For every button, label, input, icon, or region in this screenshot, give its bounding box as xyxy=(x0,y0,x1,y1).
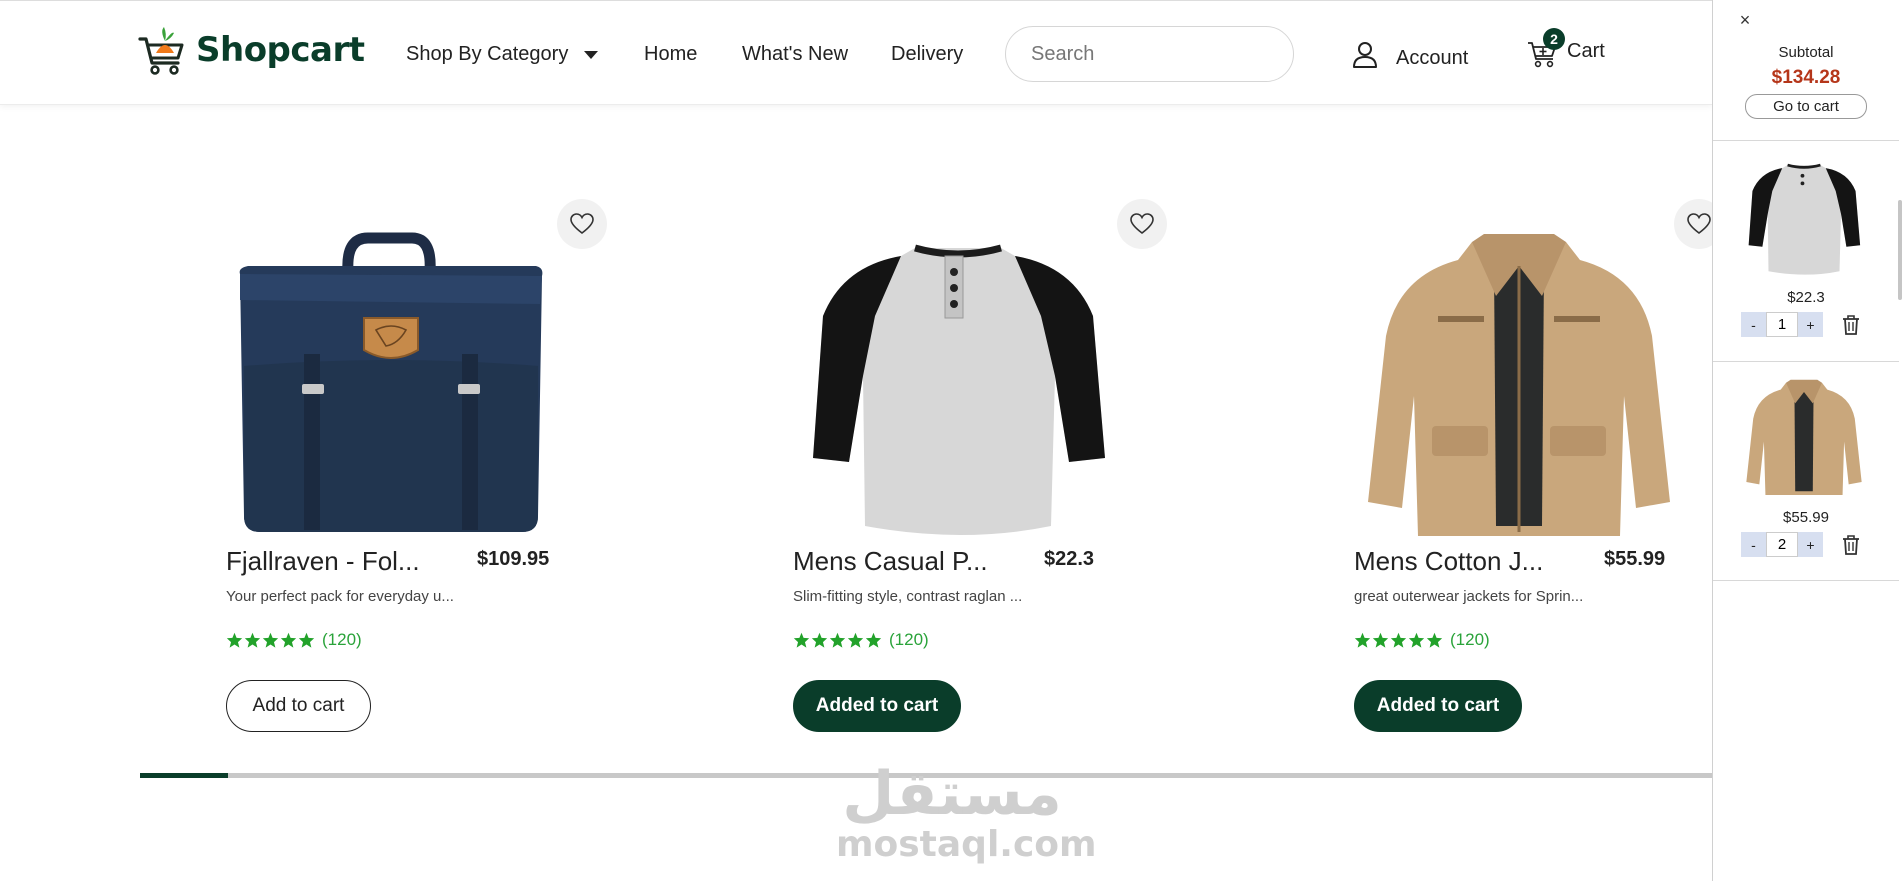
star-icon xyxy=(280,632,297,648)
product-name[interactable]: Mens Casual P... xyxy=(793,546,988,577)
jacket-thumbnail xyxy=(1746,379,1862,496)
subtotal-label: Subtotal xyxy=(1778,44,1834,61)
quantity-stepper: - + xyxy=(1741,532,1823,557)
added-to-cart-button[interactable]: Added to cart xyxy=(1354,680,1522,732)
side-cart-item: $55.99 - + xyxy=(1713,362,1899,582)
add-to-cart-button[interactable]: Add to cart xyxy=(226,680,371,732)
watermark-latin: mostaql.com xyxy=(836,824,1097,865)
logo-text: Shopcart xyxy=(196,30,365,70)
account-link[interactable]: Account xyxy=(1352,39,1468,70)
go-to-cart-button[interactable]: Go to cart xyxy=(1745,94,1867,119)
added-to-cart-button[interactable]: Added to cart xyxy=(793,680,961,732)
heart-icon xyxy=(1687,213,1711,235)
increase-button[interactable]: + xyxy=(1798,312,1823,337)
side-cart-scrollbar[interactable] xyxy=(1898,200,1902,300)
star-icon xyxy=(1408,632,1425,648)
product-description: great outerwear jackets for Sprin... xyxy=(1354,588,1584,605)
product-name[interactable]: Mens Cotton J... xyxy=(1354,546,1543,577)
star-rating-icon xyxy=(226,632,316,648)
cart-logo-icon xyxy=(138,27,184,75)
nav-shop-by-category[interactable]: Shop By Category xyxy=(406,43,599,66)
product-card: Fjallraven - Fol... $109.95 Your perfect… xyxy=(226,196,607,736)
heart-icon xyxy=(1130,213,1154,235)
star-icon xyxy=(1354,632,1371,648)
product-price: $109.95 xyxy=(477,548,550,570)
star-icon xyxy=(829,632,846,648)
star-rating-icon xyxy=(793,632,883,648)
watermark: مستقل mostaql.com xyxy=(836,759,1097,865)
side-cart-item: $22.3 - + xyxy=(1713,142,1899,362)
star-icon xyxy=(1372,632,1389,648)
rating-count: (120) xyxy=(889,630,929,649)
carousel-scroll-thumb[interactable] xyxy=(140,773,229,778)
logo[interactable]: Shopcart xyxy=(138,25,365,75)
product-rating: (120) xyxy=(1354,630,1490,650)
item-price: $22.3 xyxy=(1787,289,1825,306)
rating-count: (120) xyxy=(322,630,362,649)
product-name[interactable]: Fjallraven - Fol... xyxy=(226,546,420,577)
cart-icon-wrap: 2 xyxy=(1527,28,1565,68)
jacket-image xyxy=(1368,234,1670,536)
search-box xyxy=(1005,26,1296,82)
decrease-button[interactable]: - xyxy=(1741,312,1766,337)
star-icon xyxy=(847,632,864,648)
increase-button[interactable]: + xyxy=(1798,532,1823,557)
cart-link[interactable]: 2 Cart xyxy=(1527,28,1605,68)
product-price: $22.3 xyxy=(1044,548,1095,570)
star-icon xyxy=(262,632,279,648)
trash-icon[interactable] xyxy=(1841,534,1861,556)
decrease-button[interactable]: - xyxy=(1741,532,1766,557)
star-rating-icon xyxy=(1354,632,1444,648)
product-description: Your perfect pack for everyday u... xyxy=(226,588,454,605)
site-header: Shopcart Shop By Category Home What's Ne… xyxy=(0,0,1712,105)
star-icon xyxy=(1426,632,1443,648)
close-icon[interactable]: × xyxy=(1735,10,1755,30)
cart-label: Cart xyxy=(1567,39,1605,62)
rating-count: (120) xyxy=(1450,630,1490,649)
user-icon xyxy=(1353,41,1377,68)
watermark-arabic: مستقل xyxy=(842,759,1062,829)
caret-down-icon xyxy=(584,50,599,59)
product-card: Mens Casual P... $22.3 Slim-fitting styl… xyxy=(793,196,1173,736)
henley-shirt-thumbnail xyxy=(1748,163,1861,275)
nav-delivery[interactable]: Delivery xyxy=(891,43,963,66)
quantity-stepper: - + xyxy=(1741,312,1823,337)
star-icon xyxy=(811,632,828,648)
star-icon xyxy=(226,632,243,648)
trash-icon[interactable] xyxy=(1841,314,1861,336)
cart-count-badge: 2 xyxy=(1543,28,1565,50)
nav-whats-new[interactable]: What's New xyxy=(742,43,848,66)
item-price: $55.99 xyxy=(1783,509,1829,526)
star-icon xyxy=(793,632,810,648)
divider xyxy=(1713,140,1899,141)
divider xyxy=(1713,580,1899,581)
star-icon xyxy=(1390,632,1407,648)
product-price: $55.99 xyxy=(1604,548,1666,570)
henley-shirt-image xyxy=(813,244,1105,535)
product-card: Mens Cotton J... $55.99 great outerwear … xyxy=(1354,196,1734,736)
product-rating: (120) xyxy=(226,630,362,650)
wishlist-button[interactable] xyxy=(557,199,607,249)
wishlist-button[interactable] xyxy=(1117,199,1167,249)
quantity-input[interactable] xyxy=(1766,312,1798,337)
heart-icon xyxy=(570,213,594,235)
star-icon xyxy=(865,632,882,648)
quantity-input[interactable] xyxy=(1766,532,1798,557)
subtotal-value: $134.28 xyxy=(1771,67,1841,88)
backpack-image xyxy=(239,232,543,532)
product-rating: (120) xyxy=(793,630,929,650)
nav-home[interactable]: Home xyxy=(644,43,697,66)
star-icon xyxy=(244,632,261,648)
side-cart-panel: × Subtotal $134.28 Go to cart $22.3 - + xyxy=(1712,0,1904,881)
account-label: Account xyxy=(1396,47,1469,69)
search-input[interactable] xyxy=(1031,42,1296,66)
star-icon xyxy=(298,632,315,648)
product-description: Slim-fitting style, contrast raglan ... xyxy=(793,588,1023,605)
nav-category-label: Shop By Category xyxy=(406,43,569,65)
